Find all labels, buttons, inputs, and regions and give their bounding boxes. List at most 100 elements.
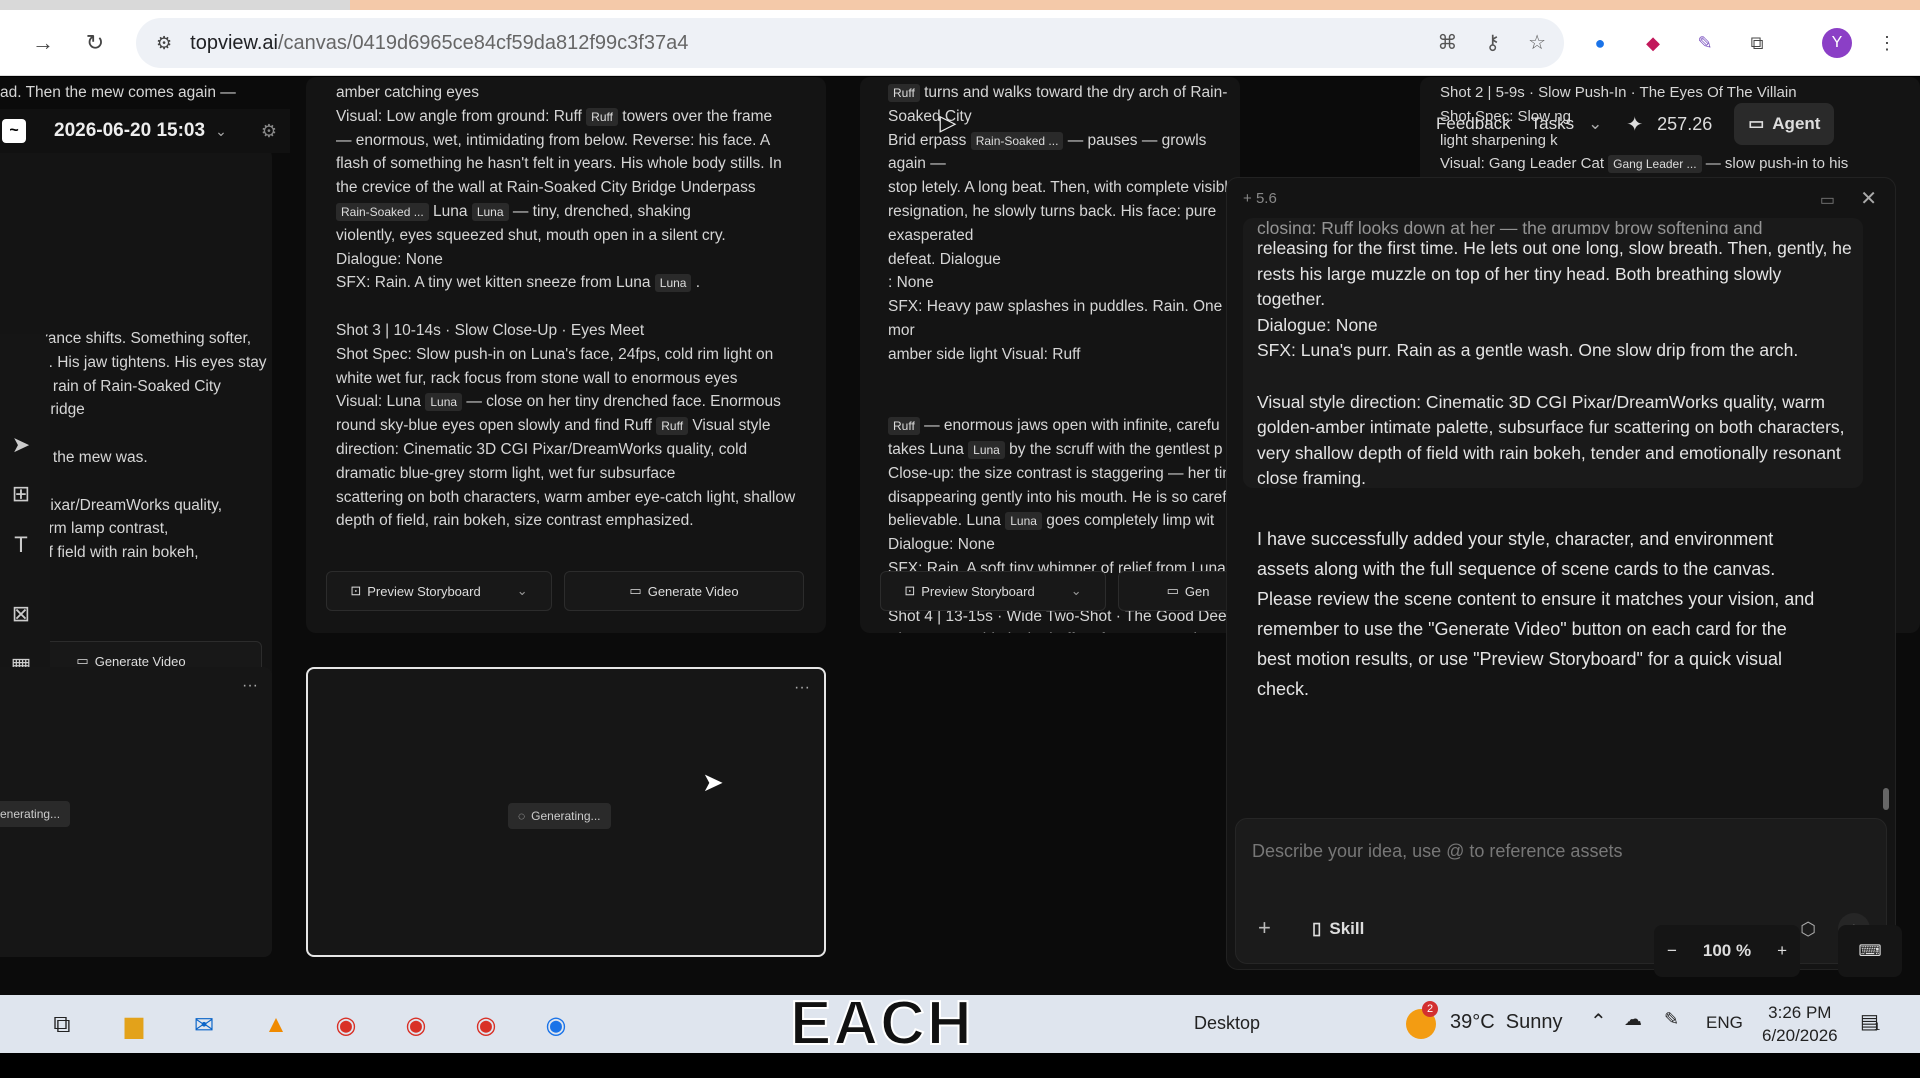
key-icon[interactable]: ⚷: [1485, 30, 1500, 55]
generating-label: enerating...: [0, 807, 61, 821]
book-icon: ▯: [1312, 919, 1322, 938]
cube-icon[interactable]: ⬡: [1800, 919, 1816, 940]
agent-version: + 5.6: [1243, 190, 1277, 207]
close-icon[interactable]: ✕: [1860, 186, 1877, 211]
chevron-down-icon[interactable]: ⌄: [1588, 114, 1602, 134]
task-view-icon[interactable]: ⧉: [42, 1007, 82, 1043]
bookmark-star-icon[interactable]: ☆: [1528, 30, 1546, 55]
browser-menu-icon[interactable]: ⋮: [1872, 28, 1902, 58]
card2-text-e: . Shot 3 | 10-14s · Slow Close-Up · Eyes…: [336, 274, 774, 411]
chevron-down-icon[interactable]: ⌄: [215, 123, 227, 140]
asset-chip-luna-2[interactable]: Luna: [654, 274, 692, 293]
card3-generate-video-label: Gen: [1184, 583, 1210, 599]
chevron-down-icon[interactable]: ⌄: [517, 583, 528, 599]
asset-chip-luna[interactable]: Luna: [471, 202, 509, 221]
card3-preview-storyboard-button[interactable]: ⊡ Preview Storyboard ⌄: [880, 571, 1106, 611]
select-cursor-icon[interactable]: ➤: [4, 428, 38, 462]
generating-card-1[interactable]: ··· enerating...: [0, 667, 272, 957]
language-indicator[interactable]: ENG: [1706, 1013, 1743, 1033]
canvas-header-left: ~ 2026-06-20 15:03 ⌄ ⚙: [0, 109, 290, 153]
asset-chip-ruff-4[interactable]: Ruff: [888, 417, 920, 436]
weather-badge: 2: [1422, 1001, 1438, 1017]
asset-chip-luna-5[interactable]: Luna: [1005, 512, 1042, 531]
card2-text-c: Luna: [428, 202, 472, 220]
card2-preview-storyboard-button[interactable]: ⊡ Preview Storyboard ⌄: [326, 571, 552, 611]
text-tool-icon[interactable]: T: [4, 528, 38, 562]
asset-chip-luna-3[interactable]: Luna: [425, 393, 463, 412]
card3-text: Ruff turns and walks toward the dry arch…: [888, 81, 1240, 633]
agent-button[interactable]: ▭ Agent: [1734, 103, 1835, 145]
browser-tabstrip: [0, 0, 1920, 10]
project-timestamp[interactable]: 2026-06-20 15:03: [54, 120, 205, 142]
chrome-icon-1[interactable]: ◉: [326, 1007, 366, 1043]
generating-card-2[interactable]: ··· ◌ Generating...: [306, 667, 826, 957]
tray-chevron-up-icon[interactable]: ⌃: [1590, 1009, 1607, 1034]
clock-date: 6/20/2026: [1762, 1026, 1838, 1045]
credits-value[interactable]: 257.26: [1657, 114, 1712, 135]
clock[interactable]: 3:26 PM 6/20/2026: [1762, 1001, 1838, 1047]
card3-generate-video-button[interactable]: ▭ Gen: [1118, 571, 1240, 611]
url-path: /canvas/0419d6965ce84cf59da812f99c3f37a4: [277, 31, 689, 54]
zoom-value[interactable]: 100 %: [1703, 941, 1751, 961]
settings-gear-icon[interactable]: ⚙: [261, 121, 277, 142]
windows-taskbar: ⧉ ▆ ✉ ▲ ◉ ◉ ◉ ◉ EACH Desktop 2 39°C Sunn…: [0, 992, 1920, 1056]
desktop-toolbar[interactable]: Desktop: [1194, 1013, 1260, 1034]
weather-text[interactable]: 39°C Sunny: [1450, 1011, 1563, 1034]
zoom-out-icon[interactable]: −: [1667, 941, 1677, 961]
add-node-icon[interactable]: ⊞: [4, 477, 38, 511]
extension-blue-icon[interactable]: ●: [1585, 28, 1615, 58]
pen-icon[interactable]: ✎: [1664, 1009, 1679, 1030]
reload-icon[interactable]: ↻: [80, 28, 110, 58]
chevron-down-icon[interactable]: ⌄: [1071, 583, 1082, 599]
chrome-icon-3[interactable]: ◉: [466, 1007, 506, 1043]
extension-pen-icon[interactable]: ✎: [1690, 28, 1720, 58]
tasks-button[interactable]: Tasks: [1531, 114, 1574, 134]
agent-panel: + 5.6 ▭ ✕ closing: Ruff looks down at he…: [1226, 177, 1896, 970]
file-explorer-icon[interactable]: ▆: [114, 1007, 154, 1043]
scrollbar-thumb[interactable]: [1883, 788, 1889, 810]
canvas-area[interactable]: yance shifts. Something softer, e. His j…: [0, 77, 1920, 995]
expand-icon[interactable]: ▭: [1820, 190, 1835, 210]
card4-text-b: — slow push-in to his: [1701, 155, 1849, 173]
keyboard-shortcuts-icon[interactable]: ⌨: [1838, 925, 1902, 977]
agent-message-top: closing: Ruff looks down at her — the gr…: [1257, 218, 1763, 234]
address-bar[interactable]: ⚙ topview.ai/canvas/0419d6965ce84cf59da8…: [136, 18, 1564, 68]
translate-icon[interactable]: ⌘: [1437, 30, 1457, 55]
vlc-icon[interactable]: ▲: [256, 1007, 296, 1043]
active-tab[interactable]: [350, 0, 1920, 10]
forward-icon[interactable]: →: [28, 28, 58, 58]
asset-chip-ruff-3[interactable]: Ruff: [888, 83, 920, 102]
agent-label: Agent: [1772, 114, 1821, 133]
image-tool-icon[interactable]: ⊠: [4, 597, 38, 631]
scene-card-2: amber catching eyes Visual: Low angle fr…: [306, 77, 826, 633]
generating-status: ◌ Generating...: [508, 803, 611, 829]
asset-chip-gang-leader[interactable]: Gang Leader ...: [1608, 155, 1702, 174]
extensions-puzzle-icon[interactable]: ⧉: [1742, 28, 1772, 58]
chat-icon: ▭: [1748, 114, 1765, 133]
zoom-in-icon[interactable]: +: [1777, 941, 1787, 961]
asset-chip-rain-soaked-2[interactable]: Rain-Soaked ...: [970, 131, 1064, 150]
play-icon[interactable]: ▷: [932, 107, 964, 139]
prompt-placeholder[interactable]: Describe your idea, use @ to reference a…: [1252, 841, 1622, 862]
card3-preview-storyboard-label: Preview Storyboard: [921, 583, 1035, 599]
asset-chip-luna-4[interactable]: Luna: [968, 440, 1005, 459]
profile-avatar[interactable]: Y: [1822, 28, 1852, 58]
outlook-icon[interactable]: ✉: [184, 1007, 224, 1043]
skill-button[interactable]: ▯ Skill: [1312, 919, 1364, 939]
asset-chip-ruff[interactable]: Ruff: [586, 107, 618, 126]
bottom-band: [0, 1053, 1920, 1078]
asset-chip-ruff-2[interactable]: Ruff: [656, 417, 689, 436]
asset-chip-rain-soaked[interactable]: Rain-Soaked ...: [336, 202, 429, 221]
logo-icon[interactable]: ~: [2, 119, 26, 143]
card2-generate-video-label: Generate Video: [647, 583, 739, 599]
card2-generate-video-button[interactable]: ▭ Generate Video: [564, 571, 804, 611]
more-options-icon[interactable]: ···: [242, 677, 258, 695]
feedback-link[interactable]: Feedback: [1436, 114, 1511, 134]
plus-icon[interactable]: +: [1258, 915, 1271, 941]
network-icon[interactable]: ☁: [1624, 1009, 1642, 1030]
site-settings-icon[interactable]: ⚙: [156, 33, 172, 54]
chrome-icon-4[interactable]: ◉: [536, 1007, 576, 1043]
more-options-icon[interactable]: ···: [794, 679, 810, 697]
chrome-icon-2[interactable]: ◉: [396, 1007, 436, 1043]
extension-shield-icon[interactable]: ◆: [1638, 28, 1668, 58]
